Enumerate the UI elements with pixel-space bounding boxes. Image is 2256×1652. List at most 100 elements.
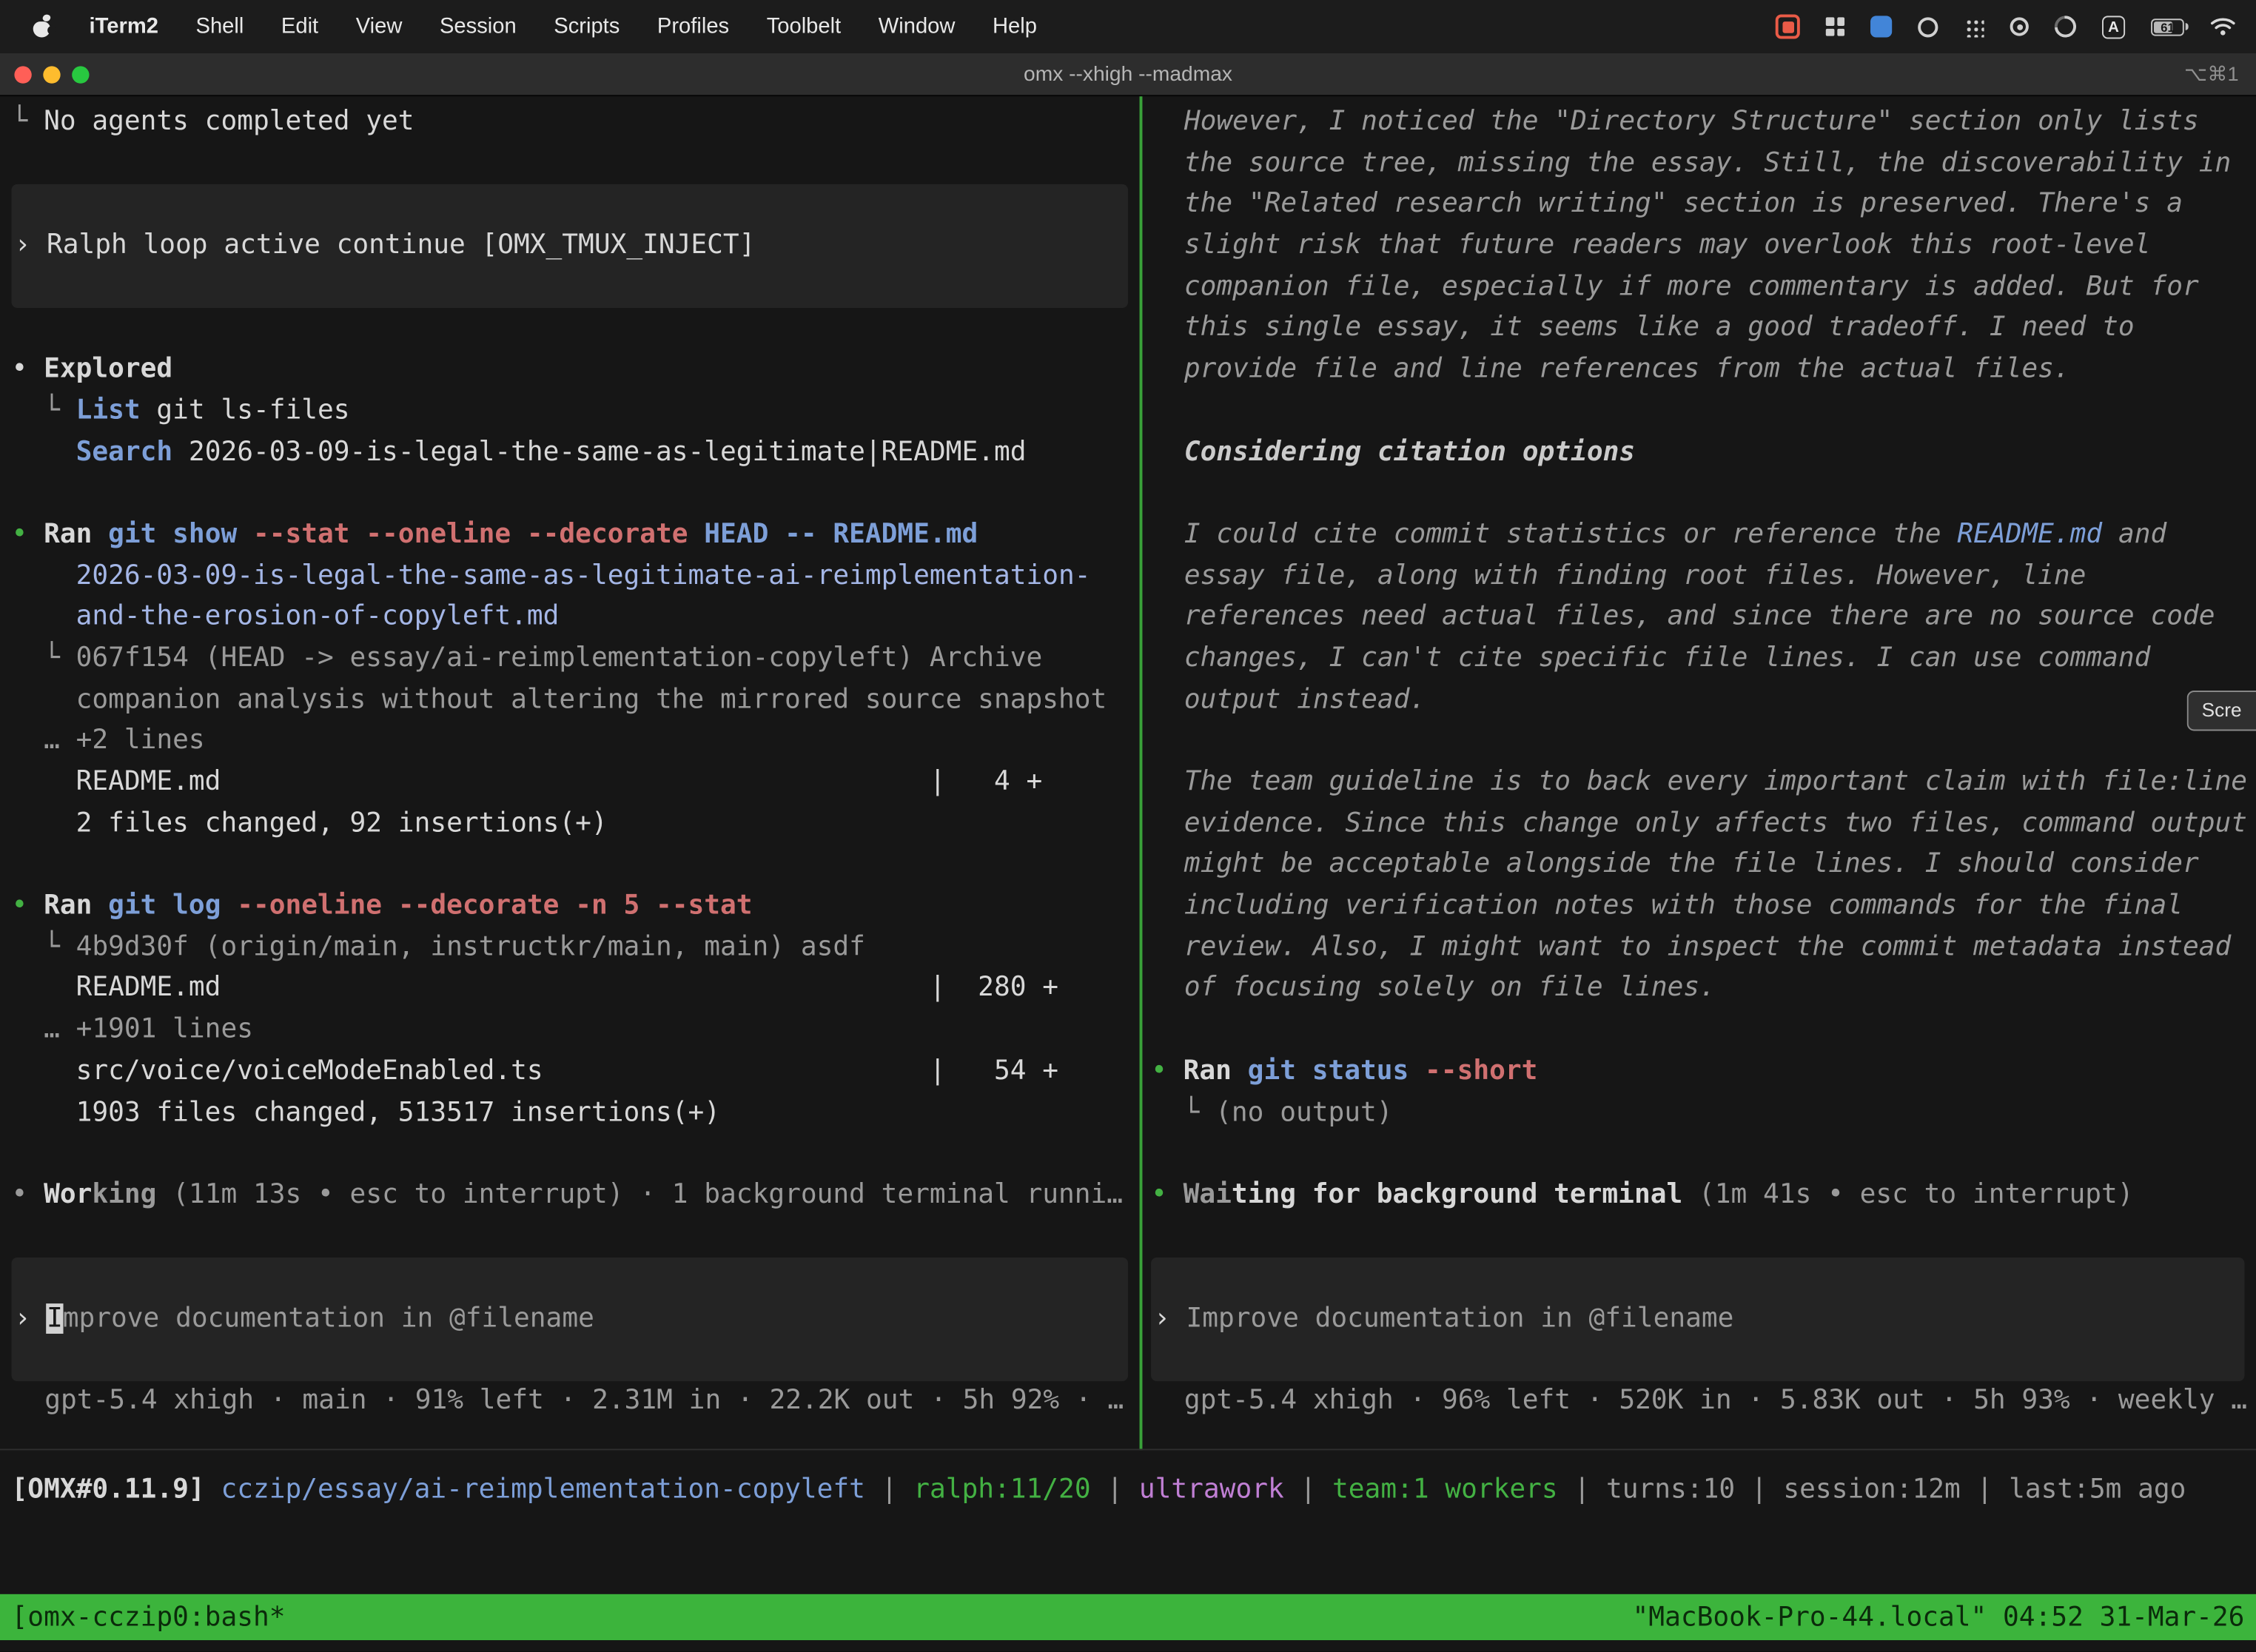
explored-search-line: Search 2026-03-09-is-legal-the-same-as-l… <box>12 432 1140 474</box>
terminal: └ No agents completed yet › Ralph loop a… <box>0 96 2256 1651</box>
blank-line <box>1151 391 2256 432</box>
thinking-paragraph-line: essay file, along with finding root file… <box>1151 556 2256 597</box>
thinking-paragraph-line: provide file and line references from th… <box>1151 350 2256 392</box>
window-title-bar: omx --xhigh --madmax ⌥⌘1 <box>0 53 2256 96</box>
pane-bottom-separator <box>0 1448 2256 1450</box>
screen-recording-icon[interactable] <box>1776 14 1800 38</box>
blank-line <box>1151 1010 2256 1052</box>
log-stat-line-2: src/voice/voiceModeEnabled.ts | 54 + <box>12 1052 1140 1093</box>
battery-percent: 61 <box>2152 19 2183 33</box>
blank-line <box>12 144 1140 185</box>
menu-bar-status-icons: A 61 <box>1776 14 2236 38</box>
blank-line <box>12 309 1140 350</box>
thinking-paragraph-line: the source tree, missing the essay. Stil… <box>1151 144 2256 185</box>
thinking-paragraph-line: The team guideline is to back every impo… <box>1151 762 2256 804</box>
key-app-icon[interactable] <box>2010 17 2029 36</box>
agents-note-line: └ No agents completed yet <box>12 102 1140 144</box>
ran-git-status-line: • Ran git status --short <box>1151 1052 2256 1093</box>
circle-app-icon[interactable] <box>1918 16 1938 36</box>
show-filename-line-2: and-the-erosion-of-copyleft.md <box>12 597 1140 639</box>
screen-edge-tooltip[interactable]: Scre <box>2187 691 2256 731</box>
dots-grid-icon[interactable] <box>1964 16 1984 36</box>
blank-line <box>12 1217 1140 1258</box>
window-shortcut-hint: ⌥⌘1 <box>2084 62 2256 87</box>
apple-icon[interactable] <box>32 14 52 38</box>
thinking-paragraph-line: However, I noticed the "Directory Struct… <box>1151 102 2256 144</box>
show-commit-line-1: └ 067f154 (HEAD -> essay/ai-reimplementa… <box>12 639 1140 680</box>
thinking-paragraph-line: the "Related research writing" section i… <box>1151 185 2256 226</box>
ran-git-log-line: • Ran git log --oneline --decorate -n 5 … <box>12 887 1140 928</box>
thinking-paragraph-line: this single essay, it seems like a good … <box>1151 309 2256 350</box>
thinking-paragraph-line: changes, I can't cite specific file line… <box>1151 639 2256 680</box>
tmux-inject-text: › Ralph loop active continue [OMX_TMUX_I… <box>12 226 756 267</box>
window-controls <box>0 65 172 82</box>
right-prompt-input[interactable]: › Improve documentation in @filename <box>1151 1258 2244 1381</box>
show-stat-line-2: 2 files changed, 92 insertions(+) <box>12 804 1140 845</box>
zoom-button[interactable] <box>72 65 89 82</box>
right-prompt-text: › Improve documentation in @filename <box>1151 1299 1733 1340</box>
blank-line <box>12 474 1140 515</box>
battery-icon[interactable]: 61 <box>2151 18 2184 35</box>
thinking-paragraph-line: slight risk that future readers may over… <box>1151 226 2256 267</box>
blank-line <box>1151 721 2256 762</box>
log-stat-line-1: README.md | 280 + <box>12 969 1140 1010</box>
blank-line <box>1151 1134 2256 1175</box>
menu-bar-left: iTerm2 Shell Edit View Session Scripts P… <box>32 14 1037 38</box>
thinking-paragraph-line: might be acceptable alongside the file l… <box>1151 845 2256 887</box>
window-title: omx --xhigh --madmax <box>172 63 2083 86</box>
thinking-paragraph-line: including verification notes with those … <box>1151 887 2256 928</box>
menu-item-help[interactable]: Help <box>993 14 1037 38</box>
thinking-paragraph-line: of focusing solely on file lines. <box>1151 969 2256 1010</box>
explored-header: • Explored <box>12 350 1140 392</box>
log-more-lines: … +1901 lines <box>12 1010 1140 1052</box>
log-commit-line: └ 4b9d30f (origin/main, instructkr/main,… <box>12 927 1140 969</box>
menu-item-shell[interactable]: Shell <box>196 14 244 38</box>
show-filename-line-1: 2026-03-09-is-legal-the-same-as-legitima… <box>12 556 1140 597</box>
waiting-status-line: • Waiting for background terminal (1m 41… <box>1151 1175 2256 1217</box>
thinking-section-heading: Considering citation options <box>1151 432 2256 474</box>
blank-line <box>1151 474 2256 515</box>
menu-item-edit[interactable]: Edit <box>281 14 318 38</box>
show-more-lines: … +2 lines <box>12 722 1140 763</box>
minimize-button[interactable] <box>43 65 60 82</box>
menu-item-window[interactable]: Window <box>879 14 956 38</box>
thinking-paragraph-line: companion file, especially if more comme… <box>1151 267 2256 309</box>
tmux-status-bar: [omx-cczip0:bash* "MacBook-Pro-44.local"… <box>0 1594 2256 1640</box>
right-session-status: gpt-5.4 xhigh · 96% left · 520K in · 5.8… <box>1151 1382 2256 1423</box>
show-stat-line-1: README.md | 4 + <box>12 762 1140 804</box>
blue-app-icon[interactable] <box>1870 16 1892 37</box>
left-pane: └ No agents completed yet › Ralph loop a… <box>0 96 1140 1448</box>
wifi-icon[interactable] <box>2210 17 2236 36</box>
blank-line <box>12 1134 1140 1175</box>
blank-line <box>1151 1217 2256 1258</box>
tmux-session-label: [omx-cczip0:bash* <box>12 1602 286 1633</box>
input-source-icon[interactable]: A <box>2102 15 2125 38</box>
screen: iTerm2 Shell Edit View Session Scripts P… <box>0 0 2256 1652</box>
tmux-host-clock: "MacBook-Pro-44.local" 04:52 31-Mar-26 <box>1633 1602 2245 1633</box>
no-output-line: └ (no output) <box>1151 1092 2256 1134</box>
ran-git-show-line: • Ran git show --stat --oneline --decora… <box>12 515 1140 557</box>
thinking-paragraph-line: review. Also, I might want to inspect th… <box>1151 927 2256 969</box>
menu-item-profiles[interactable]: Profiles <box>657 14 729 38</box>
gauge-icon[interactable] <box>2050 11 2081 41</box>
menu-bar: iTerm2 Shell Edit View Session Scripts P… <box>0 0 2256 53</box>
left-prompt-input[interactable]: › Improve documentation in @filename <box>12 1258 1128 1381</box>
menu-item-view[interactable]: View <box>356 14 403 38</box>
working-status-line: • Working (11m 13s • esc to interrupt) ·… <box>12 1175 1140 1217</box>
omx-status-line: [OMX#0.11.9] cczip/essay/ai-reimplementa… <box>12 1471 2186 1512</box>
blank-line <box>12 845 1140 887</box>
menu-item-scripts[interactable]: Scripts <box>554 14 620 38</box>
right-pane: However, I noticed the "Directory Struct… <box>1142 96 2256 1448</box>
thinking-paragraph-line: I could cite commit statistics or refere… <box>1151 515 2256 557</box>
tmux-inject-banner: › Ralph loop active continue [OMX_TMUX_I… <box>12 185 1128 309</box>
window-grid-icon[interactable] <box>1826 17 1844 36</box>
menu-item-session[interactable]: Session <box>440 14 517 38</box>
show-commit-line-2: companion analysis without altering the … <box>12 680 1140 722</box>
left-prompt-text: › Improve documentation in @filename <box>12 1299 594 1340</box>
menu-item-toolbelt[interactable]: Toolbelt <box>767 14 842 38</box>
close-button[interactable] <box>14 65 31 82</box>
thinking-paragraph-line: references need actual files, and since … <box>1151 597 2256 639</box>
left-session-status: gpt-5.4 xhigh · main · 91% left · 2.31M … <box>12 1382 1140 1423</box>
menu-item-iterm2[interactable]: iTerm2 <box>90 14 158 38</box>
thinking-paragraph-line: evidence. Since this change only affects… <box>1151 804 2256 845</box>
